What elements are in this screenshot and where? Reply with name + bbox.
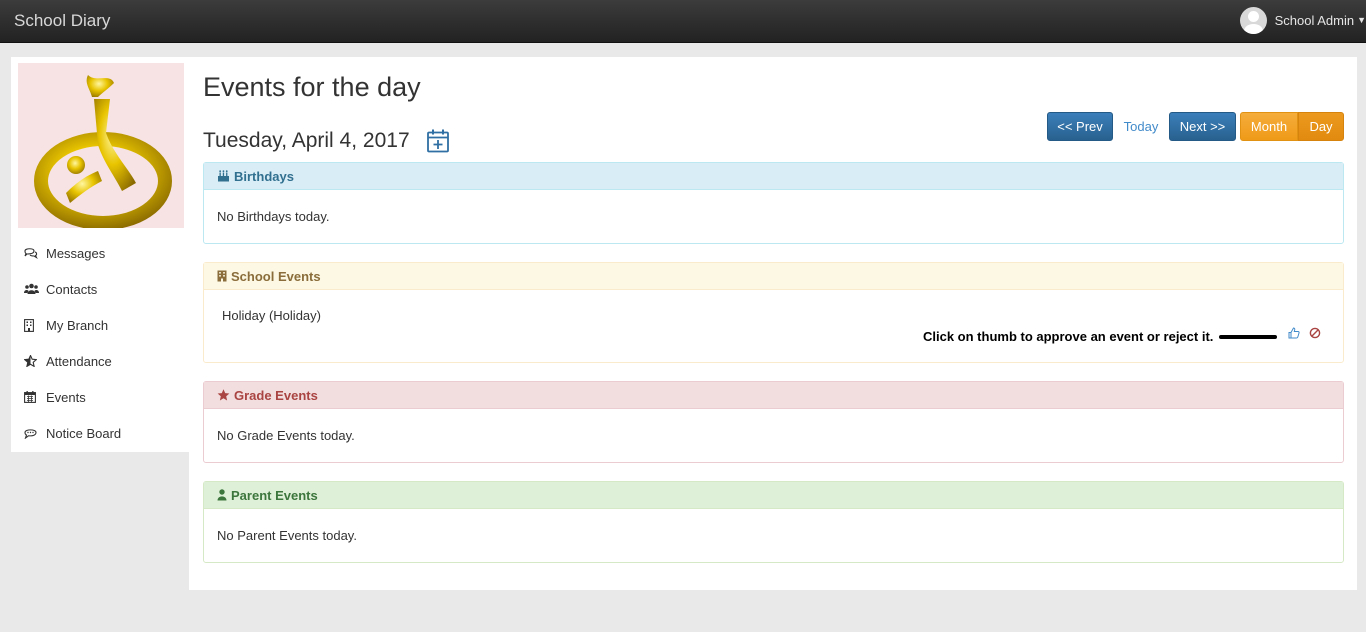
sidebar-item-contacts[interactable]: Contacts [11, 271, 189, 307]
parent-events-panel-title: Parent Events [231, 487, 318, 503]
birthday-cake-icon [217, 170, 230, 182]
hint-arrow-line [1219, 335, 1277, 339]
grade-events-panel-title: Grade Events [234, 387, 318, 403]
next-button[interactable]: Next >> [1169, 112, 1236, 141]
star-icon [217, 389, 230, 401]
top-navbar: School Diary School Admin ▼ [0, 0, 1366, 43]
calendar-icon [24, 390, 44, 404]
school-logo [18, 63, 184, 230]
sidebar-item-label: Notice Board [46, 425, 122, 441]
thumbs-up-icon[interactable] [1288, 327, 1302, 341]
birthdays-panel-title: Birthdays [234, 168, 294, 184]
avatar-icon [1239, 6, 1267, 34]
parent-events-panel-header: Parent Events [204, 482, 1343, 509]
current-date: Tuesday, April 4, 2017 [203, 129, 410, 152]
page-title: Events for the day [203, 72, 421, 102]
school-events-panel-header: School Events [204, 263, 1343, 290]
sidebar-menu: Messages Contacts My Branch Attendance E… [11, 235, 189, 451]
parent-events-empty-text: No Parent Events today. [217, 528, 357, 543]
sidebar-item-notice-board[interactable]: Notice Board [11, 415, 189, 451]
building-icon [217, 270, 227, 282]
school-events-panel-title: School Events [231, 268, 321, 284]
prev-button[interactable]: << Prev [1047, 112, 1113, 141]
day-view-button[interactable]: Day [1298, 112, 1344, 141]
school-events-panel: School Events Holiday (Holiday) Click on… [203, 262, 1344, 363]
birthdays-panel-header: Birthdays [204, 163, 1343, 190]
users-icon [24, 282, 44, 296]
star-half-icon [24, 354, 44, 368]
main-content: Events for the day Tuesday, April 4, 201… [189, 57, 1357, 590]
grade-events-empty-text: No Grade Events today. [217, 428, 355, 443]
comments-icon [24, 246, 44, 260]
sidebar-item-my-branch[interactable]: My Branch [11, 307, 189, 343]
sidebar-item-messages[interactable]: Messages [11, 235, 189, 271]
app-brand[interactable]: School Diary [14, 11, 110, 31]
building-icon [24, 318, 44, 332]
calendar-plus-icon[interactable] [427, 129, 449, 156]
approval-hint-text: Click on thumb to approve an event or re… [923, 329, 1214, 344]
sidebar-item-attendance[interactable]: Attendance [11, 343, 189, 379]
sidebar-item-label: My Branch [46, 317, 109, 333]
reject-ban-icon[interactable] [1309, 327, 1323, 341]
sidebar: Messages Contacts My Branch Attendance E… [11, 57, 189, 452]
sidebar-item-label: Messages [46, 245, 106, 261]
month-view-button[interactable]: Month [1240, 112, 1298, 141]
birthdays-panel: Birthdays No Birthdays today. [203, 162, 1344, 244]
sidebar-item-label: Contacts [46, 281, 98, 297]
grade-events-panel: Grade Events No Grade Events today. [203, 381, 1344, 463]
comment-icon [24, 426, 44, 440]
user-name: School Admin [1274, 12, 1355, 28]
user-icon [217, 489, 227, 501]
user-menu[interactable]: School Admin ▼ [1239, 6, 1366, 34]
birthdays-empty-text: No Birthdays today. [217, 209, 330, 224]
caret-down-icon: ▼ [1357, 15, 1366, 25]
today-link[interactable]: Today [1115, 112, 1167, 141]
school-event-item: Holiday (Holiday) [222, 308, 321, 323]
parent-events-panel: Parent Events No Parent Events today. [203, 481, 1344, 563]
sidebar-item-label: Events [46, 389, 86, 405]
sidebar-item-events[interactable]: Events [11, 379, 189, 415]
grade-events-panel-header: Grade Events [204, 382, 1343, 409]
sidebar-item-label: Attendance [46, 353, 112, 369]
